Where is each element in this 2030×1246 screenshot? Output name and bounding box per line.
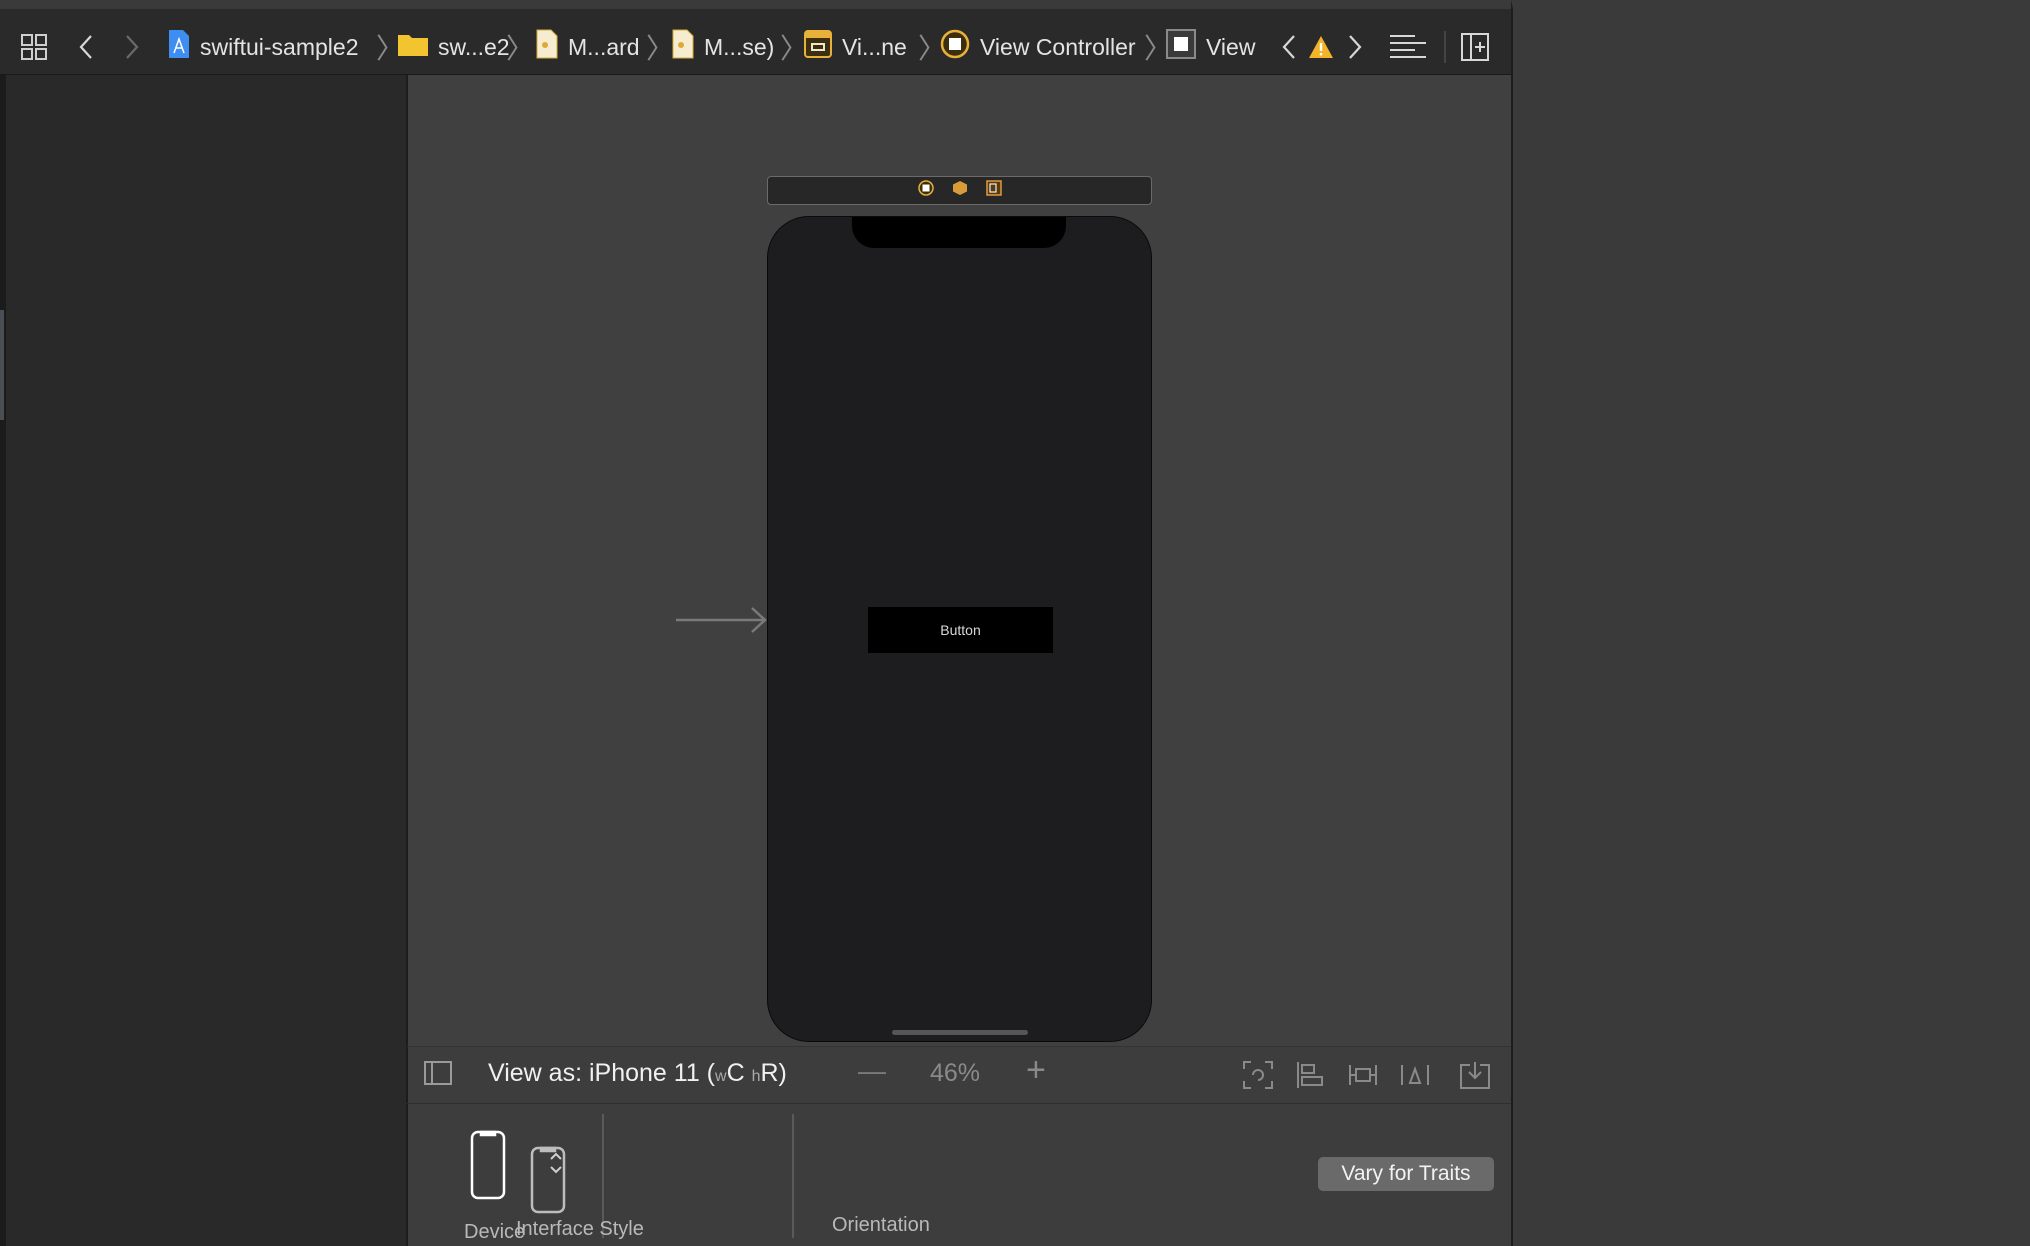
storyboard-file-icon [672,29,694,65]
scene-dock [767,176,1152,205]
first-responder-icon[interactable] [952,180,968,201]
home-indicator [892,1030,1028,1035]
related-items-icon[interactable] [18,29,50,65]
view-as-device[interactable]: View as: iPhone 11 (wC hR) [488,1059,787,1088]
view-controller-icon [940,29,970,65]
breadcrumb-storyboard-base[interactable]: M...se) [672,29,774,65]
update-frames-icon[interactable] [1243,1061,1273,1094]
phone-notch [852,217,1066,248]
back-icon[interactable] [74,29,98,65]
scene-icon [804,30,832,64]
view-icon [1166,29,1196,65]
toggle-outline-icon[interactable] [424,1061,452,1090]
storyboard-file-icon [536,29,558,65]
resolve-issues-icon[interactable] [1400,1061,1430,1094]
add-constraints-icon[interactable] [1348,1061,1378,1094]
storyboard-button[interactable]: Button [868,607,1053,653]
view-controller-icon[interactable] [917,180,934,201]
folder-icon [398,32,428,62]
breadcrumb-view-controller[interactable]: View Controller [940,29,1136,65]
exit-icon[interactable] [985,180,1002,201]
device-picker-icon[interactable] [470,1130,506,1205]
breadcrumb-separator: 〉 [646,33,675,64]
breadcrumb-view[interactable]: View [1166,29,1255,65]
outline-row-scene[interactable] [6,75,406,111]
editor-options-icon[interactable] [1388,29,1428,65]
prev-issue-icon[interactable] [1278,29,1300,65]
align-icon[interactable] [1296,1061,1324,1094]
zoom-in-button[interactable]: + [1026,1051,1046,1090]
iphone-frame: Button [767,216,1152,1042]
xcode-project-icon [168,29,190,65]
vary-for-traits-button[interactable]: Vary for Traits [1318,1157,1494,1191]
next-issue-icon[interactable] [1344,29,1366,65]
light-style-icon[interactable] [530,1146,566,1219]
warning-icon[interactable] [1307,29,1335,65]
forward-icon[interactable] [120,29,144,65]
orientation-label: Orientation [832,1214,930,1236]
breadcrumb-separator: 〉 [506,33,535,64]
interface-style-label: Interface Style [516,1218,644,1240]
attributes-inspector [1511,0,2030,1246]
zoom-out-button[interactable]: — [858,1055,886,1087]
toolbar-divider [1444,31,1446,63]
document-outline [0,75,406,1246]
embed-in-icon[interactable] [1460,1061,1490,1094]
breadcrumb-storyboard[interactable]: M...ard [536,29,640,65]
storyboard-canvas[interactable]: Button [406,75,1511,1046]
breadcrumb-folder[interactable]: sw...e2 [398,29,510,65]
divider [792,1114,794,1238]
xcode-window: swiftui-sample2 〉 sw...e2 〉 M...ard 〉 M.… [0,0,2030,1246]
breadcrumb-project[interactable]: swiftui-sample2 [168,29,359,65]
breadcrumb-scene[interactable]: Vi...ne [804,29,907,65]
zoom-level: 46% [930,1059,981,1087]
storyboard-entry-arrow[interactable] [676,605,768,635]
canvas-bottom-bar: View as: iPhone 11 (wC hR) — 46% + [406,1046,1511,1103]
jump-bar: swiftui-sample2 〉 sw...e2 〉 M...ard 〉 M.… [0,0,1512,75]
add-editor-icon[interactable] [1460,29,1490,65]
device-configuration-bar: Device Interface Style Orientation Vary … [406,1103,1511,1246]
